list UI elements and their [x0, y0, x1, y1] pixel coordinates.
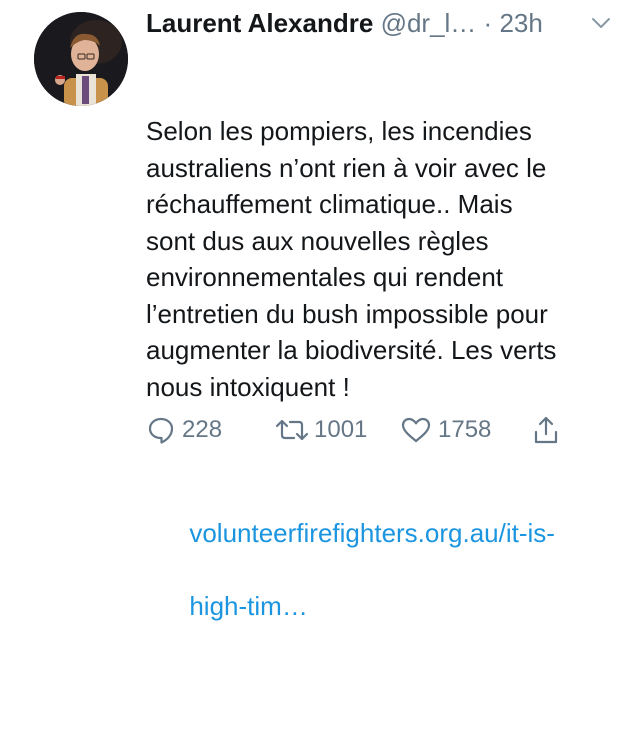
reply-count: 228	[182, 416, 223, 443]
tweet-header: Laurent Alexandre @dr_l… · 23h	[146, 6, 626, 40]
tweet-link-line1: volunteerfirefighters.org.au/it-is-	[189, 517, 555, 548]
heart-icon	[401, 417, 431, 443]
avatar[interactable]	[34, 12, 128, 106]
tweet-body: Selon les pompiers, les incendies austra…	[146, 40, 616, 734]
share-button[interactable]	[532, 412, 560, 448]
author-handle[interactable]: @dr_l…	[381, 8, 477, 38]
tweet-link-line2: high-tim…	[189, 590, 308, 621]
chevron-down-icon[interactable]	[590, 15, 612, 31]
tweet-text: Selon les pompiers, les incendies austra…	[146, 116, 557, 402]
timestamp[interactable]: 23h	[499, 8, 542, 38]
author-name[interactable]: Laurent Alexandre	[146, 8, 373, 38]
reply-button[interactable]: 228	[146, 412, 222, 448]
retweet-icon	[275, 419, 309, 441]
reply-icon	[148, 417, 174, 444]
like-button[interactable]: 1758	[400, 412, 491, 448]
tweet-actions: 228 1001 1758	[146, 412, 626, 448]
tweet: Laurent Alexandre @dr_l… · 23h Selon les…	[0, 0, 640, 621]
tweet-link[interactable]: volunteerfirefighters.org.au/it-is- high…	[146, 478, 616, 661]
avatar-photo	[34, 12, 128, 106]
separator: ·	[483, 8, 493, 38]
retweet-count: 1001	[314, 416, 368, 443]
like-count: 1758	[438, 416, 492, 443]
retweet-button[interactable]: 1001	[272, 412, 367, 448]
share-icon	[534, 416, 558, 444]
